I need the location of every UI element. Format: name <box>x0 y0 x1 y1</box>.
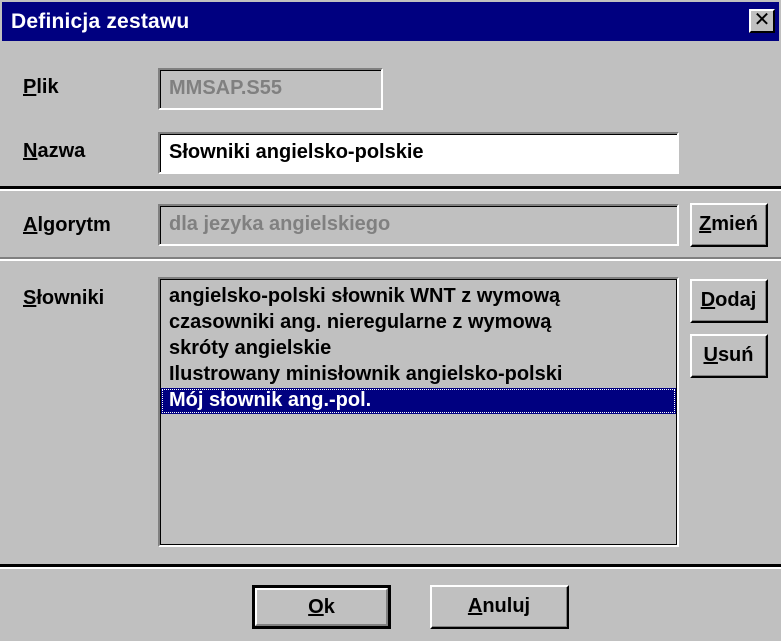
plik-value: MMSAP.S55 <box>160 70 381 108</box>
usun-mnemonic: U <box>703 344 718 366</box>
plik-label-rest: lik <box>36 76 59 98</box>
list-item[interactable]: skróty angielskie <box>161 336 676 362</box>
nazwa-input[interactable]: Słowniki angielsko-polskie <box>158 132 679 174</box>
nazwa-label: Nazwa <box>23 140 85 163</box>
algorytm-label-rest: lgorytm <box>37 214 111 236</box>
plik-label: Plik <box>23 76 59 99</box>
usun-rest: suń <box>717 344 754 366</box>
zmien-button[interactable]: Zmień <box>690 203 768 247</box>
usun-button[interactable]: Usuń <box>690 334 768 378</box>
algorytm-field: dla jezyka angielskiego <box>158 204 679 246</box>
separator-top <box>0 186 781 191</box>
zmien-mnemonic: Z <box>699 213 712 235</box>
nazwa-label-mnemonic: N <box>23 140 38 162</box>
anuluj-mnemonic: A <box>467 595 483 617</box>
list-item[interactable]: angielsko-polski słownik WNT z wymową <box>161 284 676 310</box>
plik-field: MMSAP.S55 <box>158 68 383 110</box>
ok-button[interactable]: Ok <box>252 585 391 629</box>
close-button[interactable]: ✕ <box>749 9 775 33</box>
dodaj-rest: odaj <box>715 289 757 311</box>
ok-mnemonic: O <box>308 595 324 618</box>
nazwa-value: Słowniki angielsko-polskie <box>160 134 677 172</box>
separator-middle <box>0 257 781 261</box>
dialog-window: Definicja zestawu ✕ Plik MMSAP.S55 Nazwa… <box>0 0 781 641</box>
dodaj-mnemonic: D <box>700 289 716 311</box>
zmien-rest: mień <box>711 213 758 235</box>
slowniki-label: Słowniki <box>23 287 104 310</box>
ok-rest: k <box>323 595 335 618</box>
dodaj-button[interactable]: Dodaj <box>690 279 768 323</box>
plik-label-mnemonic: P <box>23 76 37 98</box>
dialog-title: Definicja zestawu <box>11 10 190 33</box>
algorytm-value: dla jezyka angielskiego <box>160 206 677 244</box>
title-bar[interactable]: Definicja zestawu ✕ <box>2 2 779 41</box>
nazwa-label-rest: azwa <box>37 140 86 162</box>
list-item-selected[interactable]: Mój słownik ang.-pol. <box>161 388 676 414</box>
anuluj-button[interactable]: Anuluj <box>430 585 569 629</box>
close-icon: ✕ <box>753 9 771 31</box>
list-item[interactable]: Ilustrowany minisłownik angielsko-polski <box>161 362 676 388</box>
anuluj-rest: nuluj <box>482 595 531 617</box>
slowniki-listbox[interactable]: angielsko-polski słownik WNT z wymową cz… <box>158 277 679 547</box>
slowniki-label-mnemonic: S <box>23 287 37 309</box>
separator-bottom <box>0 564 781 569</box>
algorytm-label-mnemonic: A <box>23 214 38 236</box>
algorytm-label: Algorytm <box>23 214 111 237</box>
list-item[interactable]: czasowniki ang. nieregularne z wymową <box>161 310 676 336</box>
slowniki-label-rest: łowniki <box>36 287 105 309</box>
